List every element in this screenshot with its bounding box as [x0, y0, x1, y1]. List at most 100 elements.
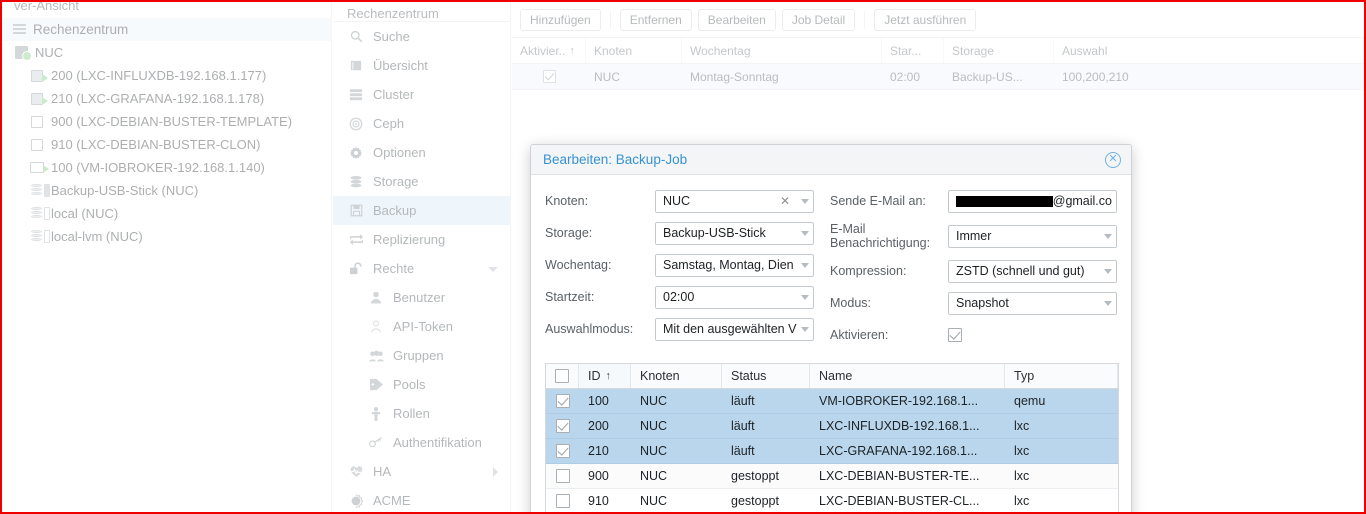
kompression-combobox[interactable]: ZSTD (schnell und gut) [948, 259, 1117, 283]
chevron-down-icon[interactable] [1104, 268, 1112, 274]
resource-tree-panel: ver-Ansicht Rechenzentrum NUC 200 (LXC-I… [2, 2, 332, 512]
row-select-checkbox[interactable] [555, 444, 570, 458]
column-header-status[interactable]: Status [722, 364, 810, 388]
nav-item-uebersicht[interactable]: Übersicht [333, 51, 510, 80]
column-label: Knoten [594, 43, 633, 58]
chevron-down-icon[interactable] [801, 294, 809, 300]
storage-combobox[interactable]: Backup-USB-Stick [655, 221, 814, 245]
aktivieren-checkbox[interactable] [948, 328, 962, 342]
column-label: Auswahl [1062, 43, 1108, 58]
field-value: Immer [956, 229, 992, 243]
cell-storage: Backup-US... [952, 69, 1023, 84]
nav-item-storage[interactable]: Storage [333, 167, 510, 196]
chevron-down-icon[interactable] [801, 326, 809, 332]
nav-item-benutzer[interactable]: Benutzer [333, 283, 510, 312]
field-label: Startzeit: [545, 290, 595, 304]
nav-item-label: Backup [373, 203, 417, 218]
nav-item-optionen[interactable]: Optionen [333, 138, 510, 167]
tree-item-ct-200[interactable]: 200 (LXC-INFLUXDB-192.168.1.177) [2, 64, 331, 87]
tree-item-storage-backup-usb[interactable]: Backup-USB-Stick (NUC) [2, 179, 331, 202]
nav-item-acme[interactable]: ACME [333, 486, 510, 512]
table-row[interactable]: 210 NUC läuft LXC-GRAFANA-192.168.1... l… [546, 439, 1118, 464]
row-checkbox-cell[interactable] [546, 439, 579, 463]
table-row[interactable]: 200 NUC läuft LXC-INFLUXDB-192.168.1... … [546, 414, 1118, 439]
row-select-checkbox[interactable] [555, 419, 570, 433]
tree-item-datacenter[interactable]: Rechenzentrum [2, 18, 331, 41]
nav-item-gruppen[interactable]: Gruppen [333, 341, 510, 370]
cell-typ: lxc [1014, 419, 1030, 433]
table-row[interactable]: NUC Montag-Sonntag 02:00 Backup-US... 10… [512, 64, 1364, 90]
row-select-checkbox[interactable] [555, 494, 570, 508]
nav-item-ha[interactable]: HA [333, 457, 510, 486]
edit-button[interactable]: Bearbeiten [697, 8, 776, 31]
chevron-down-icon[interactable] [1104, 233, 1112, 239]
nav-item-rollen[interactable]: Rollen [333, 399, 510, 428]
nav-item-api-token[interactable]: API-Token [333, 312, 510, 341]
email-notification-combobox[interactable]: Immer [948, 224, 1117, 248]
modus-combobox[interactable]: Snapshot [948, 291, 1117, 315]
select-all-header-cell[interactable] [546, 364, 579, 388]
field-auswahlmodus: Auswahlmodus: Mit den ausgewählten V [545, 315, 814, 343]
chevron-down-icon[interactable] [801, 230, 809, 236]
knoten-combobox[interactable]: NUC ✕ [655, 189, 814, 213]
nav-item-backup[interactable]: Backup [333, 196, 510, 225]
nav-item-suche[interactable]: Suche [333, 22, 510, 51]
add-button[interactable]: Hinzufügen [520, 8, 601, 31]
column-header-aktiviert[interactable]: Aktivier.. ↑ [512, 38, 586, 63]
tree-item-storage-local-lvm[interactable]: local-lvm (NUC) [2, 225, 331, 248]
chevron-right-icon[interactable] [493, 466, 498, 477]
row-checkbox-cell[interactable] [546, 489, 579, 512]
nav-item-authentifikation[interactable]: Authentifikation [333, 428, 510, 457]
tree-item-node-nuc[interactable]: NUC [2, 41, 331, 64]
tree-item-ct-900[interactable]: 900 (LXC-DEBIAN-BUSTER-TEMPLATE) [2, 110, 331, 133]
wochentag-combobox[interactable]: Samstag, Montag, Dien [655, 253, 814, 277]
column-header-name[interactable]: Name [810, 364, 1005, 388]
tree-item-ct-910[interactable]: 910 (LXC-DEBIAN-BUSTER-CLON) [2, 133, 331, 156]
column-header-storage[interactable]: Storage [944, 38, 1054, 63]
column-header-typ[interactable]: Typ [1005, 364, 1118, 388]
nav-item-label: Übersicht [373, 58, 428, 73]
chevron-down-icon[interactable] [1104, 300, 1112, 306]
tree-item-storage-local[interactable]: local (NUC) [2, 202, 331, 225]
nav-item-pools[interactable]: Pools [333, 370, 510, 399]
column-header-knoten[interactable]: Knoten [586, 38, 682, 63]
tree-item-ct-210[interactable]: 210 (LXC-GRAFANA-192.168.1.178) [2, 87, 331, 110]
table-row[interactable]: 100 NUC läuft VM-IOBROKER-192.168.1... q… [546, 389, 1118, 414]
nav-item-ceph[interactable]: Ceph [333, 109, 510, 138]
column-header-knoten[interactable]: Knoten [631, 364, 722, 388]
chevron-down-icon[interactable] [801, 198, 809, 204]
select-all-checkbox[interactable] [555, 369, 569, 383]
chevron-down-icon[interactable] [801, 262, 809, 268]
field-label: Kompression: [830, 264, 907, 278]
nav-item-cluster[interactable]: Cluster [333, 80, 510, 109]
job-detail-button[interactable]: Job Detail [781, 8, 856, 31]
cell-id: 900 [588, 469, 609, 483]
server-node-icon [12, 45, 32, 61]
column-header-wochentag[interactable]: Wochentag [682, 38, 882, 63]
tree-item-vm-100[interactable]: 100 (VM-IOBROKER-192.168.1.140) [2, 156, 331, 179]
row-enabled-checkbox[interactable] [542, 70, 556, 83]
nav-item-replizierung[interactable]: Replizierung [333, 225, 510, 254]
tree-item-label: NUC [35, 45, 64, 60]
cell-startzeit: 02:00 [890, 69, 921, 84]
auswahlmodus-combobox[interactable]: Mit den ausgewählten V [655, 317, 814, 341]
column-label: Star... [890, 43, 922, 58]
email-field[interactable]: @gmail.co [948, 189, 1117, 213]
clear-icon[interactable]: ✕ [780, 194, 790, 208]
close-icon[interactable]: ✕ [1105, 151, 1121, 168]
table-row[interactable]: 900 NUC gestoppt LXC-DEBIAN-BUSTER-TE...… [546, 464, 1118, 489]
table-row[interactable]: 910 NUC gestoppt LXC-DEBIAN-BUSTER-CL...… [546, 489, 1118, 512]
remove-button[interactable]: Entfernen [619, 8, 692, 31]
column-header-startzeit[interactable]: Star... [882, 38, 944, 63]
row-checkbox-cell[interactable] [546, 464, 579, 488]
run-now-button[interactable]: Jetzt ausführen [874, 8, 977, 31]
row-select-checkbox[interactable] [555, 394, 570, 408]
row-checkbox-cell[interactable] [546, 389, 579, 413]
row-checkbox-cell[interactable] [546, 414, 579, 438]
column-header-id[interactable]: ID ↑ [579, 364, 631, 388]
row-select-checkbox[interactable] [555, 469, 570, 483]
startzeit-combobox[interactable]: 02:00 [655, 285, 814, 309]
chevron-down-icon[interactable] [488, 266, 498, 272]
nav-item-rechte[interactable]: Rechte [333, 254, 510, 283]
column-header-auswahl[interactable]: Auswahl [1054, 38, 1364, 63]
